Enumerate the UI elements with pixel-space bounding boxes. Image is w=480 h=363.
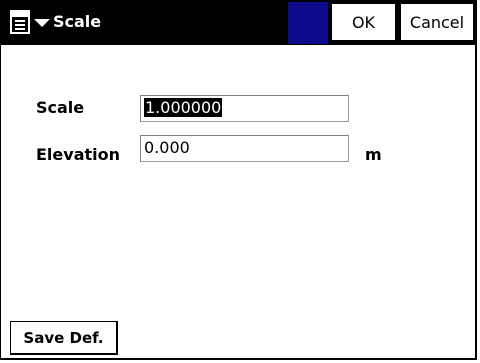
elevation-unit: m (365, 145, 382, 164)
ok-button[interactable]: OK (331, 3, 396, 41)
window-title: Scale (53, 12, 102, 31)
scale-input[interactable]: 1.000000 (140, 95, 349, 122)
save-default-button[interactable]: Save Def. (10, 321, 118, 355)
elevation-value: 0.000 (144, 138, 190, 157)
menu-icon[interactable] (10, 10, 30, 34)
title-bar-accent (288, 2, 328, 44)
scale-label: Scale (36, 98, 85, 117)
cancel-button[interactable]: Cancel (400, 3, 474, 41)
scale-value: 1.000000 (144, 98, 223, 117)
scale-dialog: Scale OK Cancel Scale 1.000000 Elevation… (0, 0, 477, 360)
title-bar: Scale OK Cancel (1, 1, 476, 45)
elevation-label: Elevation (36, 145, 121, 164)
elevation-input[interactable]: 0.000 (140, 135, 349, 162)
dropdown-arrow-icon[interactable] (34, 19, 50, 27)
